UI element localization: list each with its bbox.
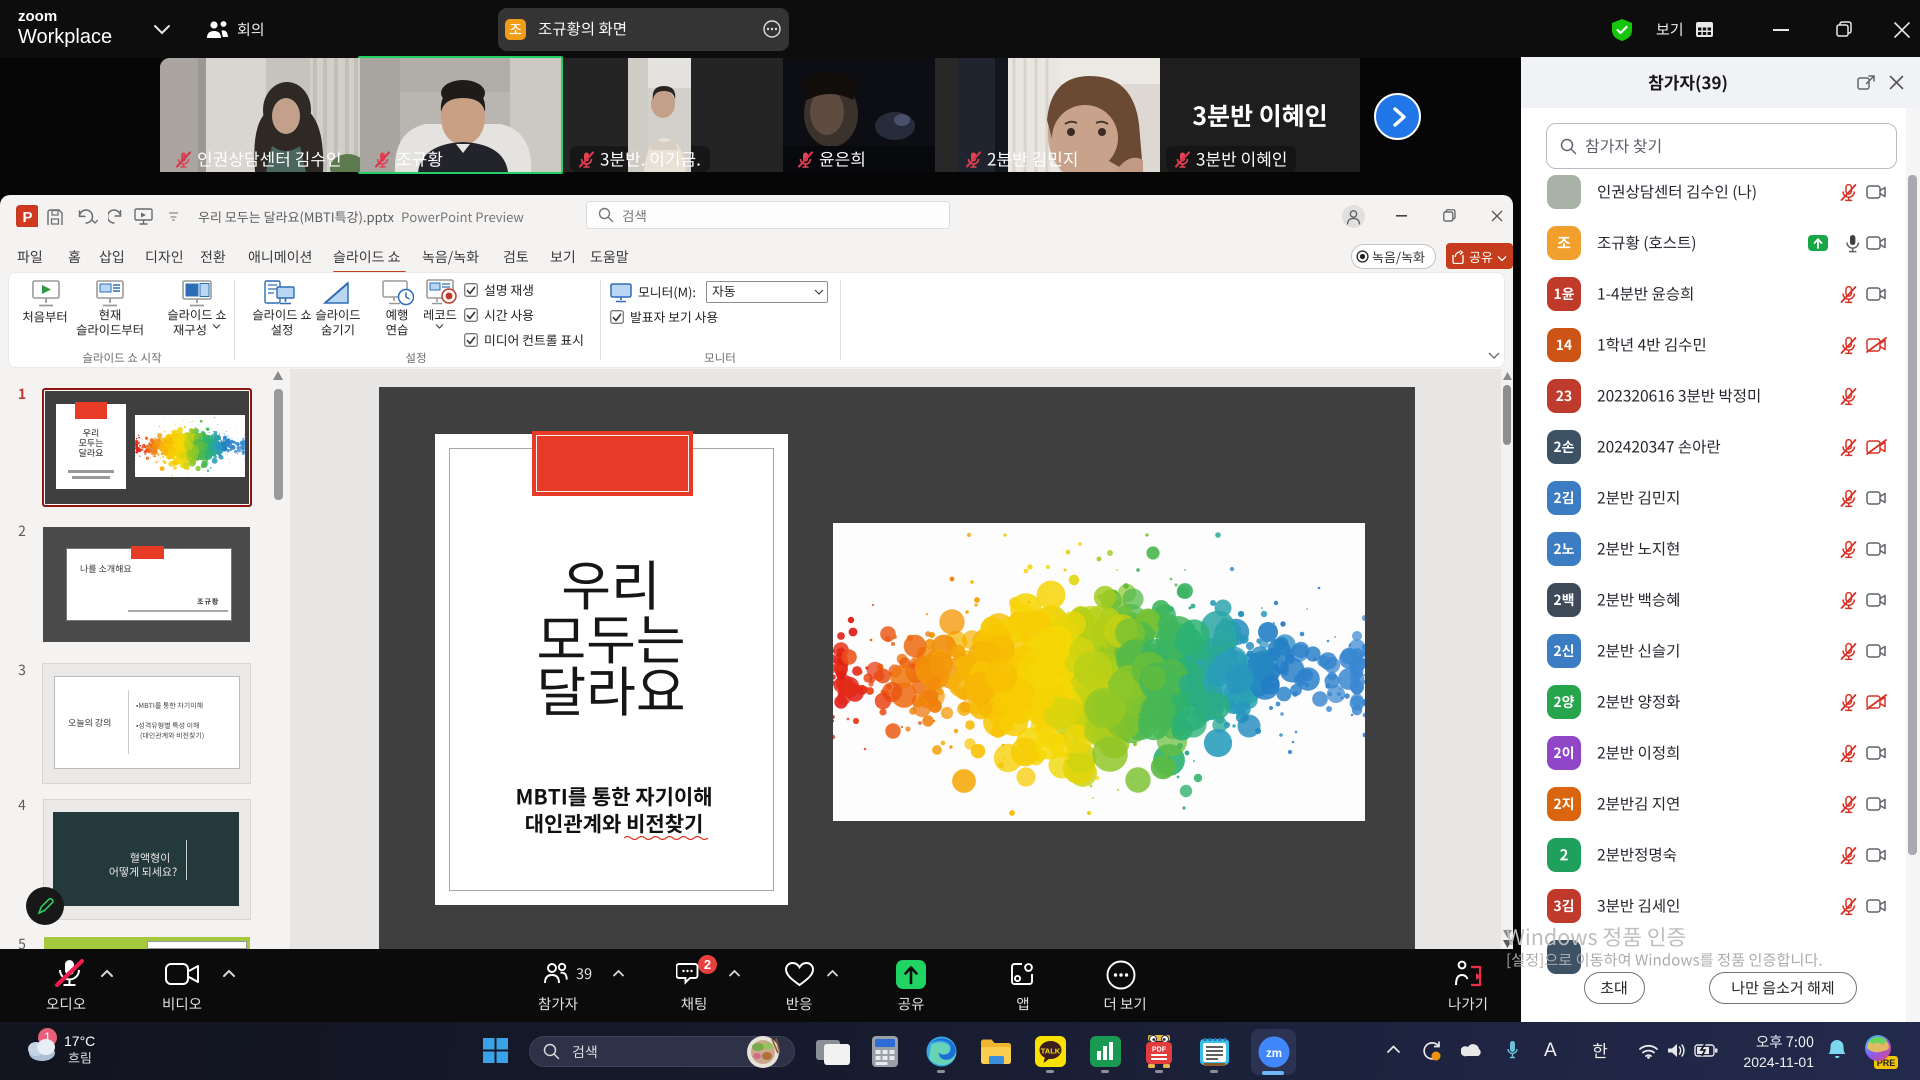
- svg-text:zm: zm: [1266, 1048, 1282, 1060]
- svg-text:TALK: TALK: [1041, 1047, 1061, 1056]
- svg-text:P: P: [22, 209, 32, 226]
- svg-text:PDF: PDF: [1152, 1047, 1167, 1054]
